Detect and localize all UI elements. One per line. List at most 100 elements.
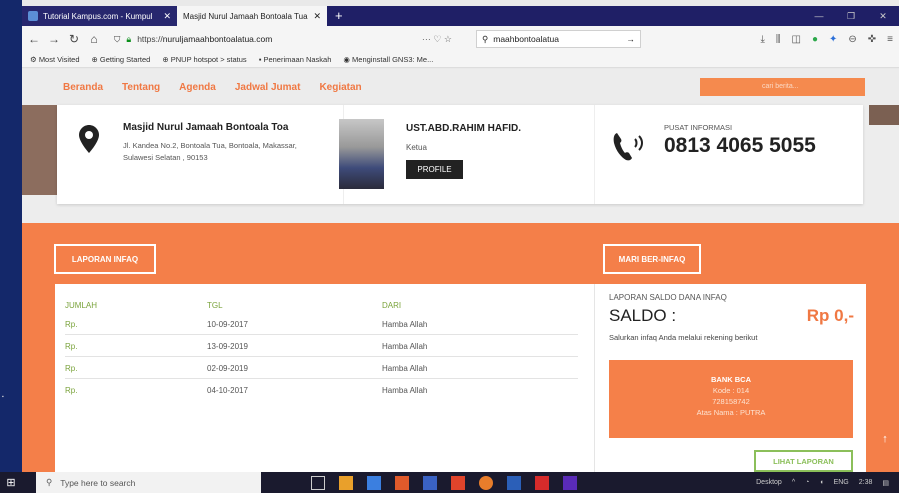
close-window-button[interactable]: ✕	[867, 6, 899, 26]
nav-tentang[interactable]: Tentang	[122, 82, 160, 93]
window-controls: — ❐ ✕	[803, 6, 899, 26]
store-icon[interactable]	[367, 475, 381, 490]
new-tab-button[interactable]: +	[327, 6, 351, 26]
lock-icon[interactable]: 🔒︎	[126, 34, 131, 45]
pdf-icon[interactable]	[535, 475, 549, 490]
banner-image	[869, 105, 899, 125]
tab-masjid[interactable]: Masjid Nurul Jamaah Bontoala Tua ✕	[177, 6, 327, 26]
library-icon[interactable]: ⫼	[776, 34, 781, 45]
header-tgl: TGL	[207, 301, 223, 310]
clock[interactable]: 2:38	[859, 479, 873, 486]
imam-photo	[339, 119, 384, 189]
task-view-icon[interactable]	[311, 475, 325, 490]
tray-chevron-icon[interactable]: ^	[792, 479, 795, 486]
minimize-button[interactable]: —	[803, 6, 835, 26]
network-icon[interactable]: ◔	[805, 479, 809, 486]
nav-jadwal-jumat[interactable]: Jadwal Jumat	[235, 82, 301, 93]
browser-tabbar: Tutorial Kampus.com - Kumpul ✕ Masjid Nu…	[22, 6, 899, 26]
search-input[interactable]: ⚲ maahbontoalatua →	[476, 30, 641, 48]
saldo-amount: Rp 0,-	[806, 306, 854, 325]
language-indicator[interactable]: ENG	[834, 479, 849, 486]
divider	[594, 105, 595, 204]
close-tab-icon[interactable]: ✕	[163, 11, 171, 22]
laporan-infaq-button[interactable]: LAPORAN INFAQ	[54, 244, 156, 274]
account-icon[interactable]: ⊖	[848, 34, 856, 45]
site-search-input[interactable]: cari berita...	[700, 78, 865, 96]
scroll-to-top-icon[interactable]: ↑	[877, 433, 893, 449]
shield-icon[interactable]: ⛉	[114, 34, 120, 45]
app-icon[interactable]	[423, 475, 437, 490]
app-icon[interactable]	[339, 475, 353, 490]
nav-agenda[interactable]: Agenda	[179, 82, 216, 93]
desktop-label[interactable]: Desktop	[756, 479, 782, 486]
download-icon[interactable]: ⤓	[760, 34, 764, 45]
imam-role: Ketua	[406, 143, 427, 152]
volume-icon[interactable]: ◖	[819, 479, 823, 486]
profile-button[interactable]: PROFILE	[406, 160, 463, 179]
app-icon[interactable]	[451, 475, 465, 490]
desktop-strip: ▪	[0, 0, 22, 472]
cell-tgl: 10-09-2017	[207, 320, 248, 329]
lihat-laporan-button[interactable]: LIHAT LAPORAN	[754, 450, 853, 472]
mosque-name: Masjid Nurul Jamaah Bontoala Toa	[123, 122, 289, 133]
extension-icon[interactable]: ●	[812, 34, 818, 45]
bookmark-penerimaan-naskah[interactable]: ▪ Penerimaan Naskah	[259, 55, 332, 64]
app-icon[interactable]	[395, 475, 409, 490]
extensions-icon[interactable]: ✜	[868, 34, 876, 45]
saldo-label: LAPORAN SALDO DANA INFAQ	[609, 293, 727, 302]
bookmark-gns3[interactable]: ◉ Menginstall GNS3: Me...	[343, 55, 433, 64]
notification-icon[interactable]: ▤	[882, 479, 889, 487]
bookmark-getting-started[interactable]: ⊕ Getting Started	[92, 55, 151, 64]
nav-beranda[interactable]: Beranda	[63, 82, 103, 93]
screen: ▪ Tutorial Kampus.com - Kumpul ✕ Masjid …	[0, 0, 899, 493]
windows-start-icon[interactable]: ⊞	[0, 476, 22, 489]
search-value: maahbontoalatua	[493, 34, 559, 44]
home-icon[interactable]: ⌂	[88, 32, 100, 46]
infaq-table: JUMLAH TGL DARI Rp. 10-09-2017 Hamba All…	[55, 284, 595, 472]
firefox-icon[interactable]	[479, 475, 493, 490]
search-icon: ⚲	[46, 477, 53, 487]
saldo-panel: LAPORAN SALDO DANA INFAQ SALDO : Rp 0,- …	[594, 284, 866, 472]
browser-navbar: ← → ↻ ⌂ ⛉ 🔒︎ https://nuruljamaahbontoala…	[22, 26, 899, 52]
infaq-section: LAPORAN INFAQ MARI BER-INFAQ JUMLAH TGL …	[22, 223, 899, 472]
word-icon[interactable]	[507, 475, 521, 490]
sidebar-icon[interactable]: ◫	[791, 34, 800, 45]
nav-kegiatan[interactable]: Kegiatan	[319, 82, 361, 93]
windows-taskbar: ⊞ ⚲ Type here to search Desktop ^ ◔ ◖ EN…	[0, 472, 899, 493]
search-icon: ⚲	[482, 33, 489, 44]
bank-code: Kode : 014	[712, 386, 750, 395]
cell-dari: Hamba Allah	[382, 386, 428, 395]
reload-icon[interactable]: ↻	[68, 32, 80, 46]
address-bar[interactable]: ⛉ 🔒︎ https://nuruljamaahbontoalatua.com …	[108, 29, 458, 49]
maximize-button[interactable]: ❐	[835, 6, 867, 26]
header-dari: DARI	[382, 301, 402, 310]
forward-icon[interactable]: →	[48, 32, 60, 46]
bookmark-most-visited[interactable]: ⚙ Most Visited	[30, 55, 80, 64]
cell-tgl: 13-09-2019	[207, 342, 248, 351]
header-jumlah: JUMLAH	[65, 301, 98, 310]
cell-jumlah: Rp.	[65, 342, 78, 351]
search-go-icon[interactable]: →	[627, 34, 636, 44]
info-phone: 0813 4065 5055	[664, 134, 816, 157]
web-page: Beranda Tentang Agenda Jadwal Jumat Kegi…	[22, 69, 899, 472]
mari-berinfaq-button[interactable]: MARI BER-INFAQ	[603, 244, 701, 274]
phone-icon	[613, 133, 643, 161]
cell-dari: Hamba Allah	[382, 342, 428, 351]
close-tab-icon[interactable]: ✕	[313, 11, 321, 22]
bookmark-pnup-hotspot[interactable]: ⊕ PNUP hotspot > status	[162, 55, 246, 64]
menu-icon[interactable]: ≡	[887, 34, 893, 45]
page-actions[interactable]: ··· ♡ ☆	[422, 34, 452, 45]
saldo-note: Salurkan infaq Anda melalui rekening ber…	[609, 333, 758, 342]
location-icon	[79, 125, 99, 153]
back-icon[interactable]: ←	[28, 32, 40, 46]
cell-tgl: 04-10-2017	[207, 386, 248, 395]
desktop-shortcut-icon[interactable]: ▪	[2, 394, 4, 400]
bank-account: 728158742	[712, 397, 750, 406]
taskbar-search-input[interactable]: ⚲ Type here to search	[36, 472, 261, 493]
app-icon[interactable]	[563, 475, 577, 490]
url-text: https://nuruljamaahbontoalatua.com	[137, 34, 273, 44]
info-card: Masjid Nurul Jamaah Bontoala Toa Jl. Kan…	[57, 105, 863, 204]
cell-jumlah: Rp.	[65, 320, 78, 329]
extension-icon[interactable]: ✦	[829, 34, 837, 45]
tab-tutorial-kampus[interactable]: Tutorial Kampus.com - Kumpul ✕	[22, 6, 177, 26]
